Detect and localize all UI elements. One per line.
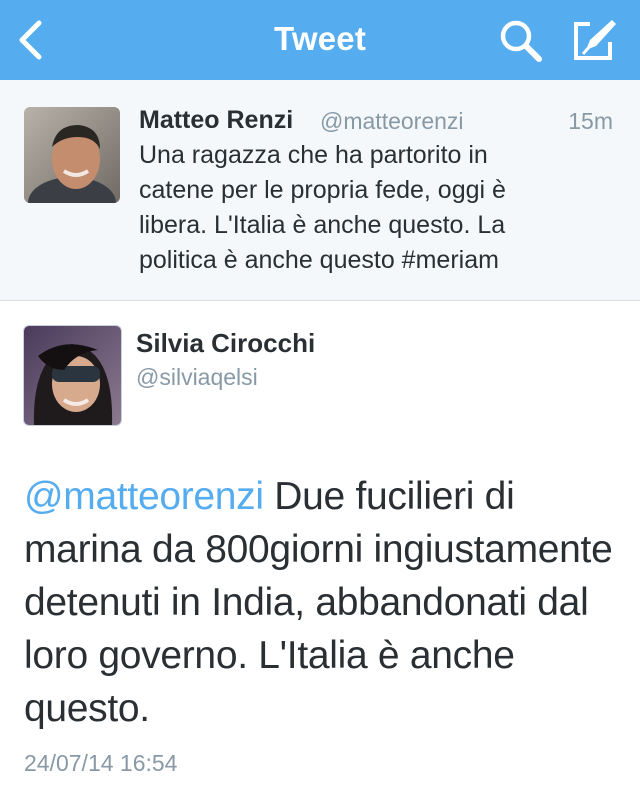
parent-tweet-text: Una ragazza che ha partorito in catene p… bbox=[139, 141, 506, 274]
avatar-silvia-cirocchi[interactable] bbox=[23, 325, 122, 426]
tweet-timestamp: 24/07/14 16:54 bbox=[24, 750, 178, 776]
mention-link[interactable]: @matteorenzi bbox=[24, 475, 264, 518]
author-handle[interactable]: @silviaqelsi bbox=[136, 364, 258, 391]
avatar-matteo-renzi[interactable] bbox=[24, 107, 120, 203]
avatar-photo bbox=[24, 107, 120, 203]
parent-tweet-time: 15m bbox=[568, 108, 613, 134]
search-icon bbox=[500, 20, 542, 62]
avatar-photo bbox=[24, 326, 121, 425]
parent-author-handle[interactable]: @matteorenzi bbox=[320, 108, 464, 135]
search-button[interactable] bbox=[496, 18, 546, 64]
nav-bar: Tweet bbox=[0, 0, 640, 80]
compose-button[interactable] bbox=[570, 16, 620, 64]
parent-author-name[interactable]: Matteo Renzi bbox=[139, 106, 293, 135]
compose-icon bbox=[574, 20, 616, 60]
tweet-text: @matteorenzi Due fucilieri di marina da … bbox=[24, 470, 624, 735]
author-name[interactable]: Silvia Cirocchi bbox=[136, 328, 315, 359]
